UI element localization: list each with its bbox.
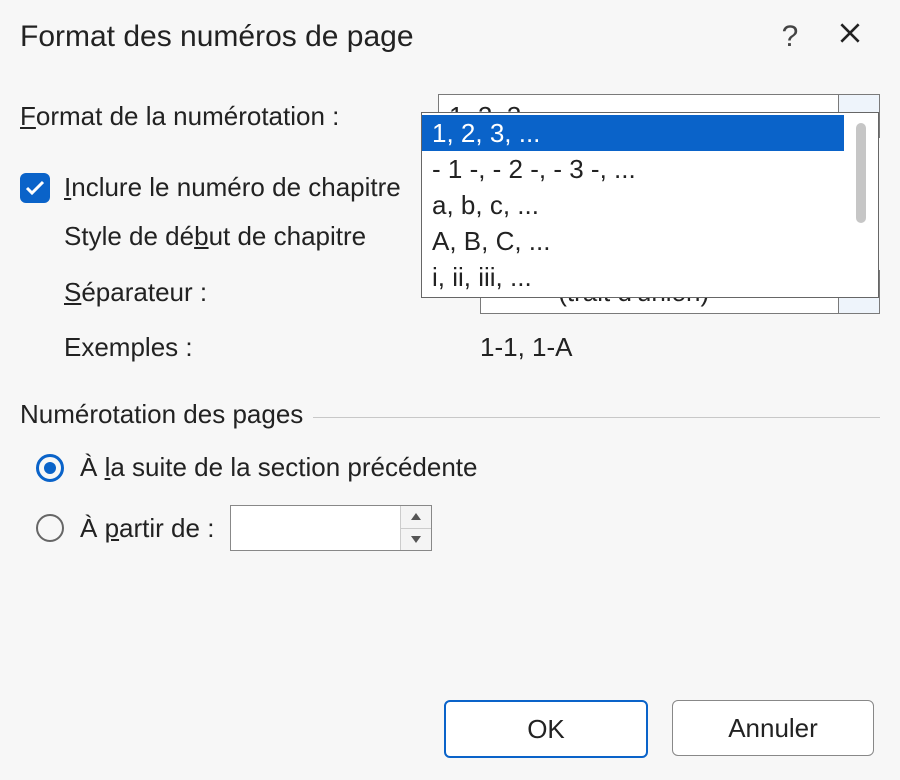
spinner-down-icon[interactable] — [401, 529, 431, 551]
include-chapter-checkbox[interactable] — [20, 173, 50, 203]
format-option[interactable]: - 1 -, - 2 -, - 3 -, ... — [422, 151, 844, 187]
format-option[interactable]: A, B, C, ... — [422, 223, 844, 259]
start-at-spinner[interactable] — [230, 505, 432, 551]
continue-section-radio[interactable] — [36, 454, 64, 482]
cancel-button[interactable]: Annuler — [672, 700, 874, 756]
close-icon[interactable] — [820, 20, 880, 54]
start-at-radio[interactable] — [36, 514, 64, 542]
include-chapter-label: Inclure le numéro de chapitre — [64, 172, 401, 203]
format-label: Format de la numérotation : — [20, 101, 438, 132]
dialog-title: Format des numéros de page — [20, 20, 760, 54]
ok-button[interactable]: OK — [444, 700, 648, 758]
separator-label: Séparateur : — [64, 277, 480, 308]
format-dropdown-list[interactable]: 1, 2, 3, ... - 1 -, - 2 -, - 3 -, ... a,… — [421, 112, 879, 298]
spinner-up-icon[interactable] — [401, 506, 431, 529]
examples-value: 1-1, 1-A — [480, 332, 573, 363]
start-at-label: À partir de : — [80, 513, 214, 544]
format-option[interactable]: a, b, c, ... — [422, 187, 844, 223]
format-option[interactable]: i, ii, iii, ... — [422, 259, 844, 295]
format-option[interactable]: 1, 2, 3, ... — [422, 115, 844, 151]
start-at-input[interactable] — [231, 506, 400, 550]
help-icon[interactable]: ? — [760, 20, 820, 54]
examples-label: Exemples : — [64, 332, 480, 363]
continue-section-label: À la suite de la section précédente — [80, 452, 478, 483]
dropdown-scrollbar[interactable] — [844, 113, 878, 297]
page-numbering-group-label: Numérotation des pages — [20, 399, 313, 430]
chapter-style-label: Style de début de chapitre — [64, 221, 480, 252]
scrollbar-thumb[interactable] — [856, 123, 866, 223]
